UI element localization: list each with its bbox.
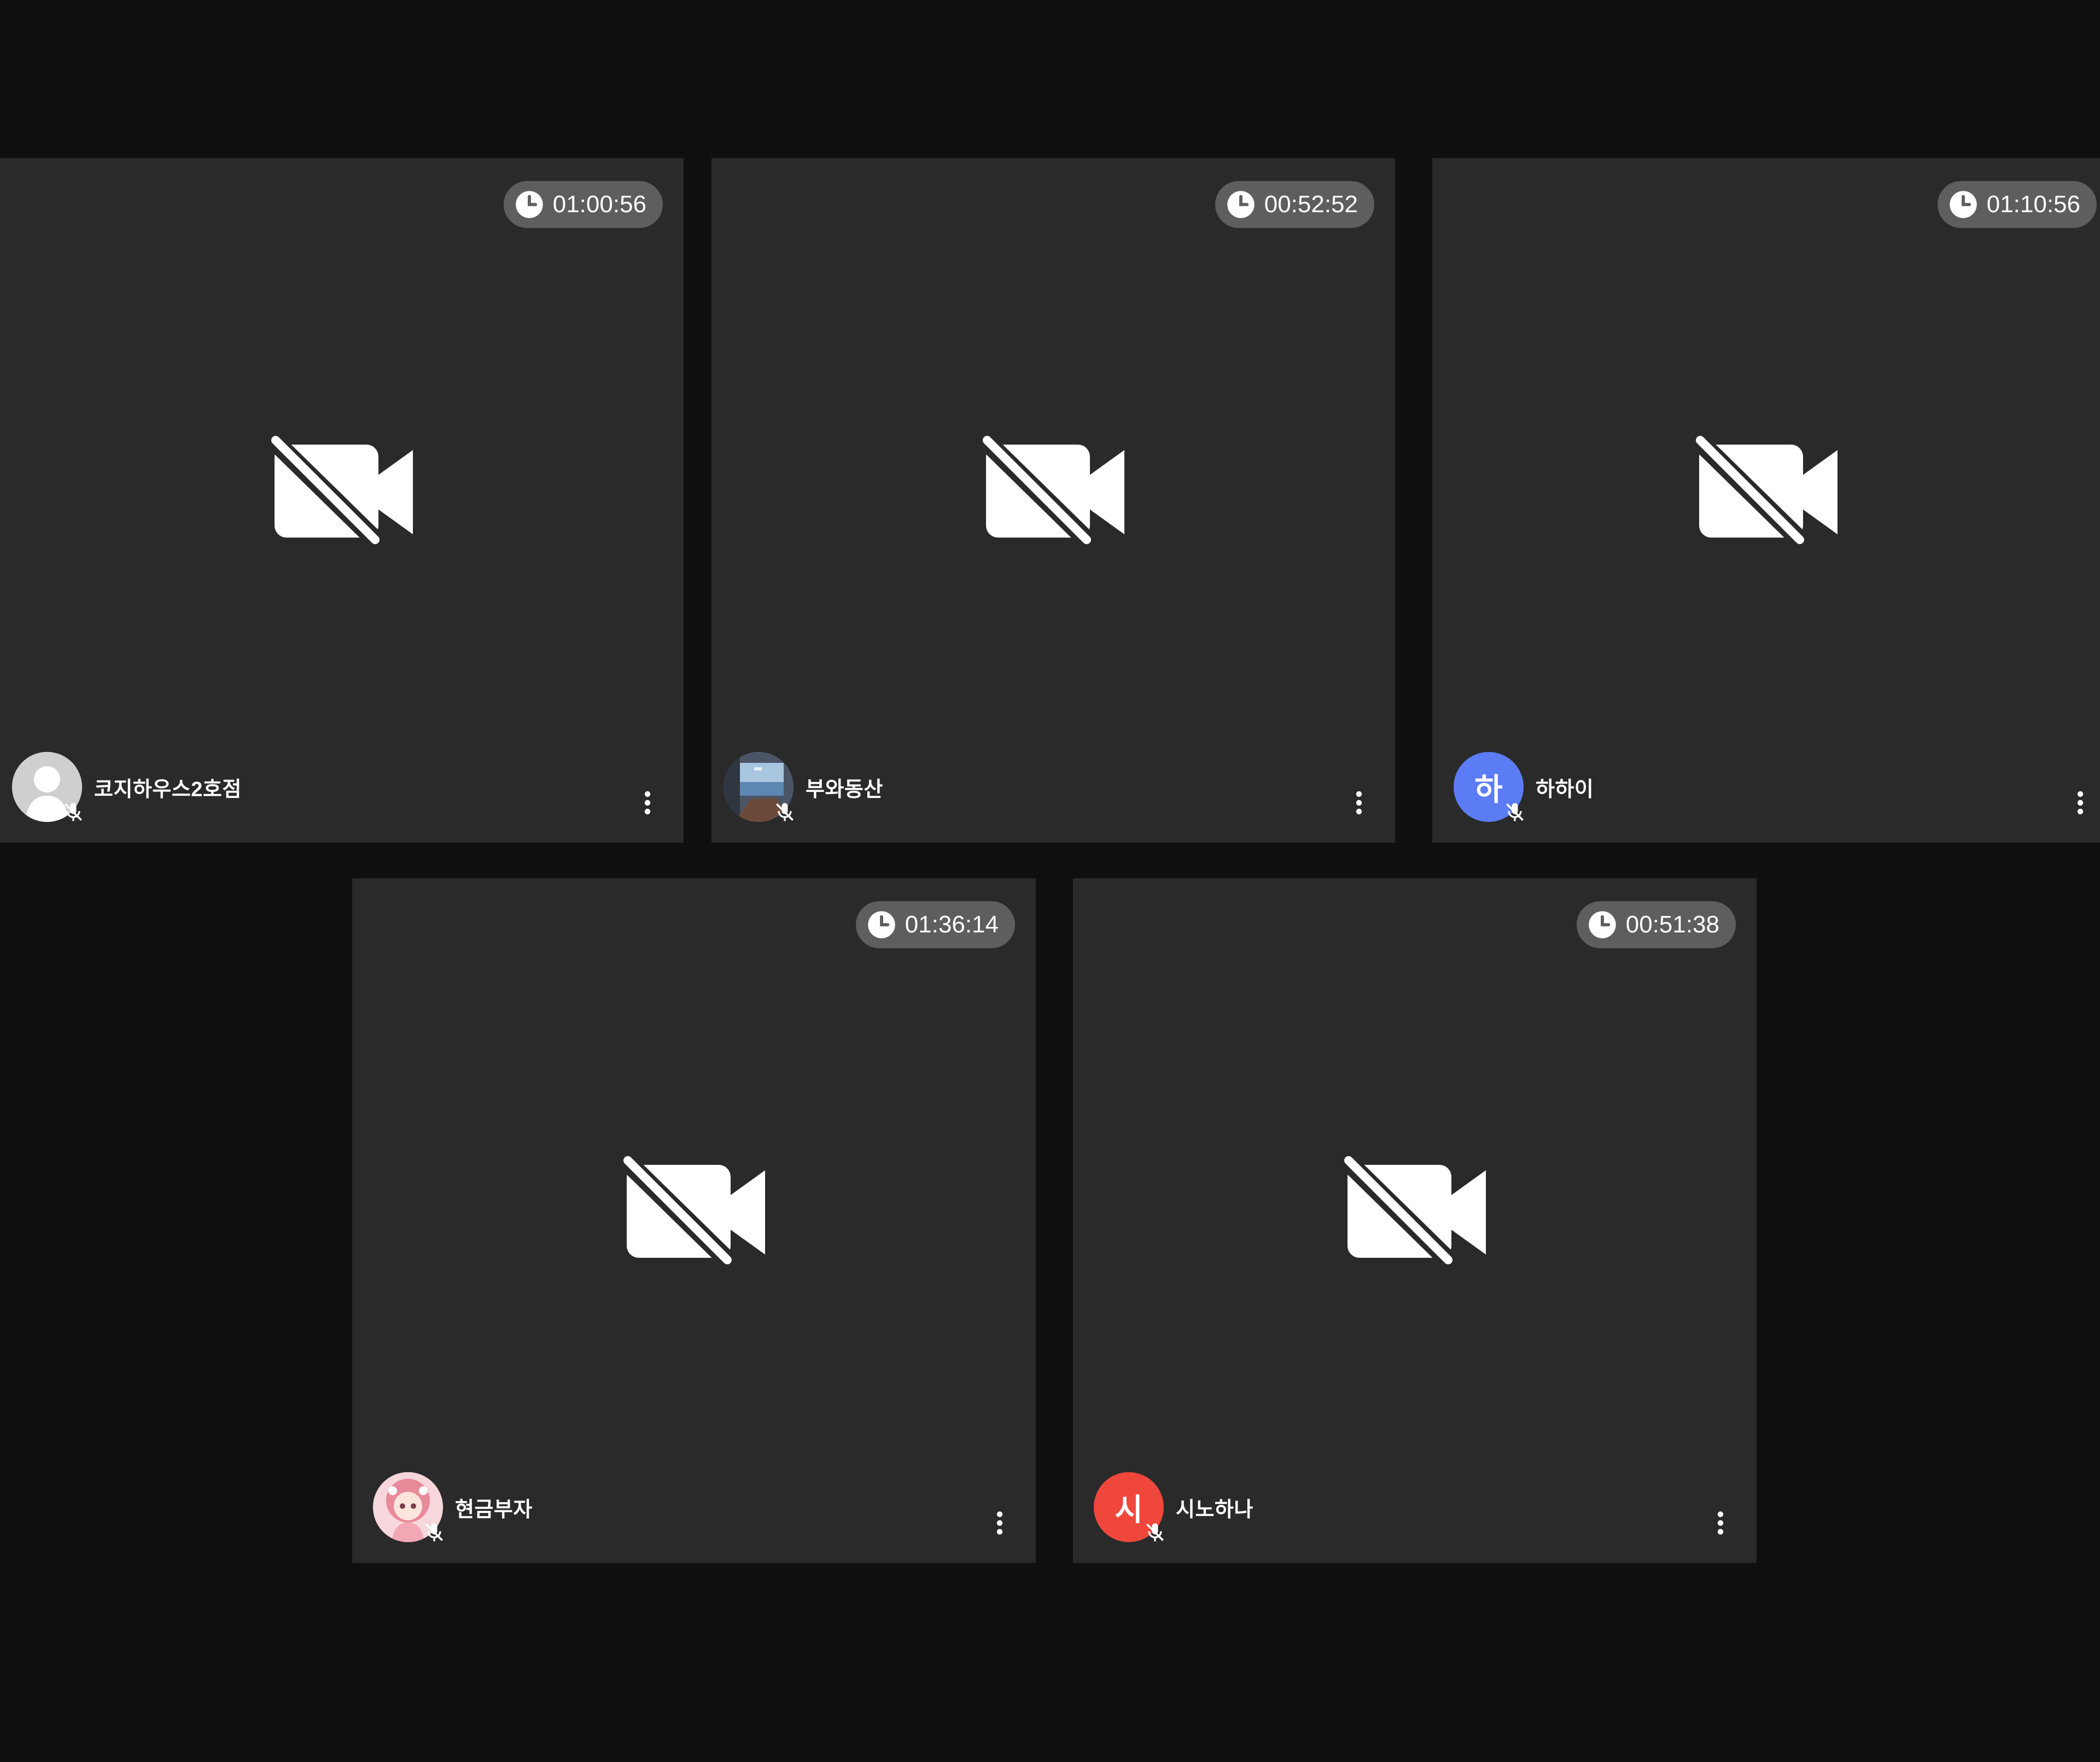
clock-icon [1588, 910, 1617, 940]
clock-icon [1949, 190, 1978, 219]
avatar-initial: 하 [1474, 772, 1503, 807]
avatar: 하 [1454, 752, 1524, 822]
camera-off-icon [268, 435, 416, 550]
more-options-icon[interactable] [641, 789, 654, 816]
clock-icon [1226, 190, 1256, 219]
more-options-icon[interactable] [1352, 789, 1366, 816]
avatar [724, 752, 794, 822]
participant-name: 부와동산 [806, 778, 883, 801]
call-timer: 01:10:56 [1937, 181, 2097, 228]
clock-icon [867, 910, 896, 940]
mic-off-icon [1143, 1520, 1167, 1544]
avatar-initial: 시 [1115, 1492, 1143, 1527]
camera-off-icon [1692, 435, 1840, 550]
participant-info: 하 하하이 [1454, 752, 1594, 822]
avatar: 시 [1094, 1472, 1164, 1542]
timer-text: 00:51:38 [1625, 911, 1719, 938]
participant-name: 현금부자 [455, 1498, 533, 1521]
participant-info: 시 시노하나 [1094, 1472, 1253, 1542]
avatar [373, 1472, 443, 1542]
timer-text: 01:10:56 [1986, 191, 2080, 218]
more-options-icon[interactable] [2074, 789, 2087, 816]
call-timer: 00:51:38 [1576, 901, 1736, 948]
participant-name: 코지하우스2호점 [94, 778, 242, 801]
more-options-icon[interactable] [1714, 1509, 1727, 1537]
participant-info: 부와동산 [724, 752, 883, 822]
call-timer: 01:36:14 [855, 901, 1015, 948]
call-timer: 00:52:52 [1215, 181, 1374, 228]
mic-off-icon [1503, 800, 1527, 824]
avatar [12, 752, 82, 822]
clock-icon [515, 190, 544, 219]
participant-tile[interactable]: 00:51:38 시 시노하나 [1073, 878, 1757, 1563]
participant-tile[interactable]: 01:00:56 코지하우스2호점 [0, 158, 684, 843]
timer-text: 00:52:52 [1264, 191, 1358, 218]
participant-info: 코지하우스2호점 [12, 752, 242, 822]
timer-text: 01:00:56 [552, 191, 646, 218]
camera-off-icon [1341, 1155, 1489, 1270]
participant-info: 현금부자 [373, 1472, 533, 1542]
video-grid: 01:00:56 코지하우스2호점 00:52:52 부와동산 01:10:56… [0, 0, 2100, 1762]
mic-off-icon [773, 800, 797, 824]
participant-tile[interactable]: 01:10:56 하 하하이 [1432, 158, 2100, 843]
mic-off-icon [422, 1520, 446, 1544]
mic-off-icon [61, 800, 85, 824]
participant-tile[interactable]: 01:36:14 현금부자 [352, 878, 1036, 1563]
camera-off-icon [620, 1155, 768, 1270]
participant-tile[interactable]: 00:52:52 부와동산 [711, 158, 1395, 843]
participant-name: 시노하나 [1176, 1498, 1253, 1521]
more-options-icon[interactable] [993, 1509, 1006, 1537]
call-timer: 01:00:56 [503, 181, 663, 228]
timer-text: 01:36:14 [905, 911, 999, 938]
camera-off-icon [979, 435, 1127, 550]
participant-name: 하하이 [1536, 778, 1594, 801]
